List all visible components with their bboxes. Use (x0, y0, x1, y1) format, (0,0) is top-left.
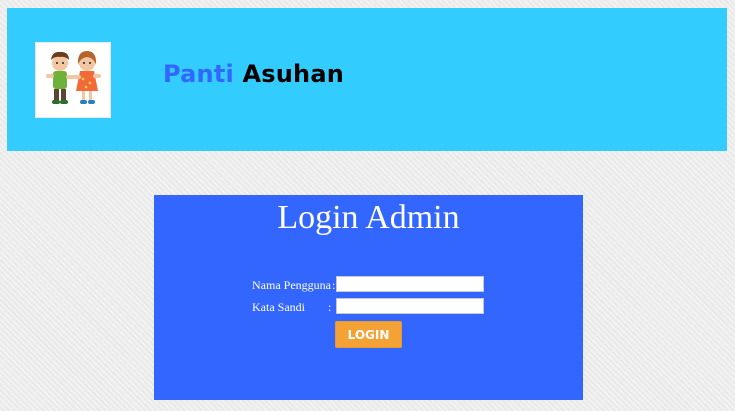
password-colon: : (328, 300, 332, 314)
site-title: Panti Asuhan (163, 60, 344, 88)
login-panel: Login Admin Nama Pengguna : Kata Sandi :… (154, 195, 583, 400)
site-title-part2: Asuhan (242, 60, 345, 88)
username-input[interactable] (336, 276, 484, 292)
page: Panti Asuhan Login Admin Nama Pengguna :… (0, 0, 735, 411)
header-banner: Panti Asuhan (7, 8, 727, 151)
login-title: Login Admin (277, 199, 460, 236)
password-label: Kata Sandi (252, 300, 305, 314)
password-input[interactable] (336, 298, 484, 314)
site-title-part1: Panti (163, 60, 234, 88)
login-button[interactable]: LOGIN (335, 321, 402, 348)
children-logo-icon (35, 42, 111, 118)
username-colon: : (332, 278, 336, 292)
username-label: Nama Pengguna (252, 278, 331, 292)
